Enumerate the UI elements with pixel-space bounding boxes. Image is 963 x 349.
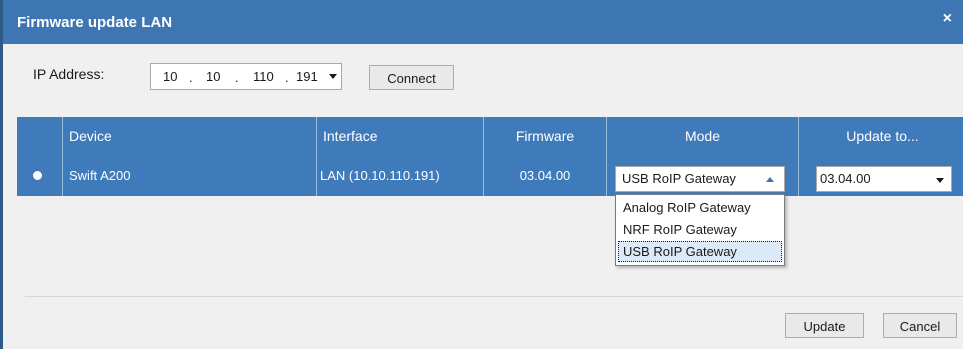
cancel-button[interactable]: Cancel — [883, 313, 957, 338]
device-table: Device Interface Firmware Mode Update to… — [17, 117, 963, 277]
ip-octet-1[interactable]: 10 — [163, 69, 177, 84]
cell-device: Swift A200 — [63, 155, 317, 196]
table-header: Device Interface Firmware Mode Update to… — [17, 117, 963, 155]
ip-address-label: IP Address: — [33, 66, 105, 82]
ip-separator: . — [285, 70, 289, 85]
footer-divider — [25, 296, 963, 297]
update-button[interactable]: Update — [785, 313, 864, 338]
cell-interface: LAN (10.10.110.191) — [317, 155, 484, 196]
mode-option-analog[interactable]: Analog RoIP Gateway — [618, 197, 782, 218]
ip-separator: . — [189, 70, 193, 85]
chevron-down-icon[interactable] — [329, 74, 337, 79]
mode-dropdown-list: Analog RoIP Gateway NRF RoIP Gateway USB… — [615, 194, 785, 266]
ip-address-input[interactable]: 10 . 10 . 110 . 191 — [150, 63, 342, 90]
close-icon[interactable]: × — [943, 10, 952, 28]
header-select-column — [17, 117, 63, 155]
chevron-up-icon[interactable] — [766, 177, 774, 182]
mode-option-nrf[interactable]: NRF RoIP Gateway — [618, 219, 782, 240]
ip-octet-3[interactable]: 110 — [253, 69, 274, 84]
mode-select[interactable]: USB RoIP Gateway — [615, 166, 785, 192]
ip-octet-2[interactable]: 10 — [206, 69, 220, 84]
chevron-down-icon[interactable] — [936, 178, 944, 183]
radio-selected-icon[interactable] — [33, 171, 42, 180]
header-mode[interactable]: Mode — [607, 117, 799, 155]
connect-button[interactable]: Connect — [369, 65, 454, 90]
header-firmware[interactable]: Firmware — [484, 117, 607, 155]
firmware-update-dialog: Firmware update LAN × IP Address: 10 . 1… — [0, 0, 963, 349]
title-bar: Firmware update LAN × — [3, 0, 963, 44]
dialog-title: Firmware update LAN — [17, 14, 173, 31]
ip-octet-4[interactable]: 191 — [296, 69, 318, 84]
ip-separator: . — [235, 70, 239, 85]
cell-firmware: 03.04.00 — [484, 155, 607, 196]
header-interface[interactable]: Interface — [317, 117, 484, 155]
update-to-select-value: 03.04.00 — [820, 171, 871, 186]
header-update-to[interactable]: Update to... — [799, 117, 963, 155]
mode-option-usb[interactable]: USB RoIP Gateway — [618, 241, 782, 262]
header-device[interactable]: Device — [63, 117, 317, 155]
mode-select-value: USB RoIP Gateway — [622, 171, 736, 186]
row-select-cell[interactable] — [17, 155, 63, 196]
update-to-select[interactable]: 03.04.00 — [816, 166, 952, 192]
